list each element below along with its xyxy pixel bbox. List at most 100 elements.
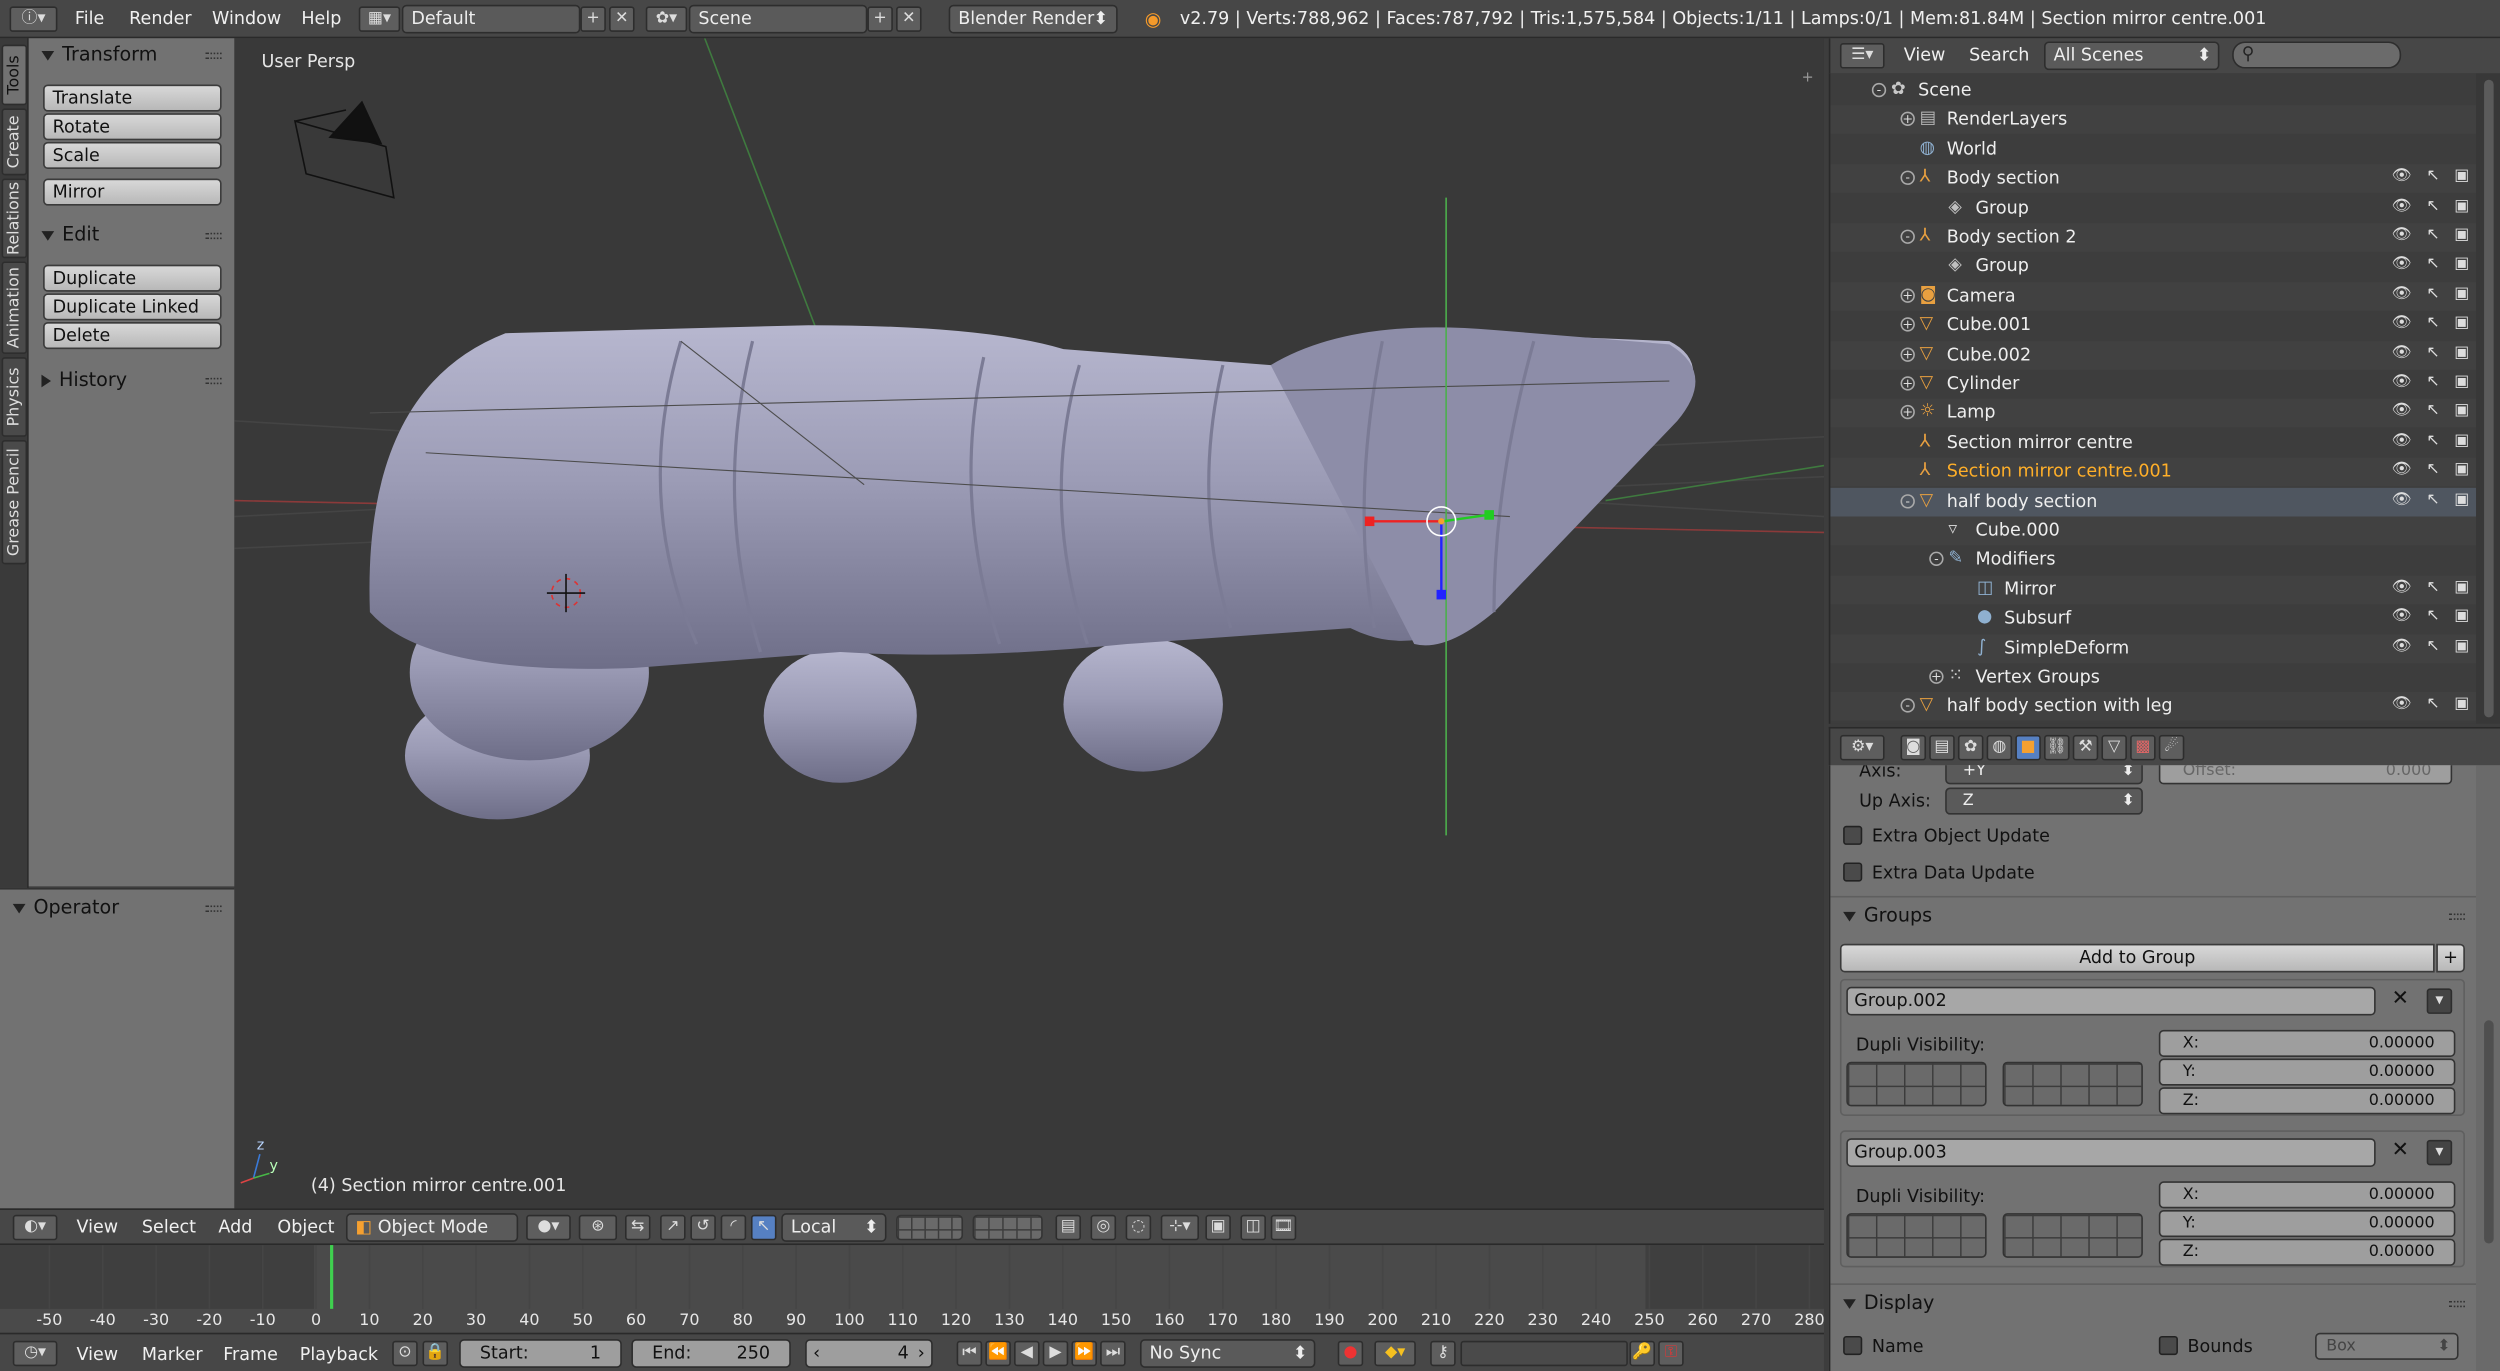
render-camera-icon[interactable]: ▣ (2452, 285, 2471, 304)
render-camera-icon[interactable]: ▣ (2452, 226, 2471, 245)
jump-start-icon[interactable]: ⏮ (956, 1340, 983, 1367)
outliner-row[interactable]: + ◙ Camera 👁 ↖ ▣ (1830, 281, 2477, 311)
proportional-falloff-icon[interactable]: ◌ (1125, 1214, 1152, 1241)
panel-grip-icon[interactable] (2448, 913, 2465, 920)
eye-icon[interactable]: 👁 (2392, 402, 2412, 421)
cursor-select-icon[interactable]: ↖ (2423, 696, 2442, 715)
group-name-field[interactable]: Group.003 (1846, 1138, 2376, 1167)
texture-context-icon[interactable]: ▩ (2130, 734, 2156, 761)
rotate-manipulator-icon[interactable]: ↺ (690, 1214, 716, 1241)
render-camera-icon[interactable]: ▣ (2452, 344, 2471, 363)
outliner-item-label[interactable]: Subsurf (2004, 608, 2071, 629)
extra-object-update-checkbox[interactable] (1843, 825, 1863, 845)
add-group-plus-icon[interactable]: + (2436, 943, 2465, 973)
cursor-select-icon[interactable]: ↖ (2423, 432, 2442, 451)
outliner-row[interactable]: + ▽ Cube.002 👁 ↖ ▣ (1830, 340, 2477, 370)
cursor-select-icon[interactable]: ↖ (2423, 314, 2442, 333)
scale-button[interactable]: Scale (43, 141, 222, 169)
opengl-render-animation-icon[interactable]: 🎞 (1270, 1214, 1297, 1241)
dupli-offset-z[interactable]: Z: 0.00000 (2158, 1087, 2456, 1115)
cursor-select-icon[interactable]: ↖ (2423, 197, 2442, 216)
menu-view[interactable]: View (77, 1216, 119, 1237)
outliner-item-label[interactable]: SimpleDeform (2004, 637, 2129, 658)
expand-toggle-icon[interactable]: - (1900, 229, 1915, 244)
dupli-offset-y[interactable]: Y: 0.00000 (2158, 1209, 2456, 1238)
expand-toggle-icon[interactable]: - (1929, 552, 1944, 567)
cursor-select-icon[interactable]: ↖ (2423, 285, 2442, 304)
group-specials-icon[interactable]: ▾ (2426, 988, 2453, 1014)
render-camera-icon[interactable]: ▣ (2452, 402, 2471, 421)
eye-icon[interactable]: 👁 (2392, 432, 2412, 451)
snap-element-icon[interactable]: ▣ (1205, 1214, 1231, 1241)
remove-group-icon[interactable]: ✕ (2392, 987, 2409, 1011)
expand-toggle-icon[interactable]: + (1900, 112, 1915, 127)
eye-icon[interactable]: 👁 (2392, 696, 2412, 715)
outliner-item-label[interactable]: Lamp (1947, 402, 1996, 423)
outliner-item-label[interactable]: Modifiers (1975, 549, 2055, 570)
jump-keyframe-forward-icon[interactable]: ⏩ (1071, 1340, 1097, 1367)
group-name-field[interactable]: Group.002 (1846, 986, 2376, 1016)
end-frame-field[interactable]: End: 250 (631, 1339, 791, 1368)
groups-panel-header[interactable]: Groups (1843, 904, 1932, 926)
expand-toggle-icon[interactable]: + (1900, 376, 1915, 391)
render-camera-icon[interactable]: ▣ (2452, 608, 2471, 627)
eye-icon[interactable]: 👁 (2392, 197, 2412, 216)
outliner-row[interactable]: ● Subsurf 👁 ↖ ▣ (1830, 605, 2476, 634)
tab-tools[interactable]: Tools (1, 44, 28, 106)
group-specials-icon[interactable]: ▾ (2426, 1139, 2453, 1166)
expand-toggle-icon[interactable]: + (1929, 669, 1944, 684)
timeline-menu-frame[interactable]: Frame (223, 1344, 278, 1365)
menu-help[interactable]: Help (301, 8, 341, 29)
play-icon[interactable]: ▶ (1042, 1340, 1069, 1367)
camera-object[interactable] (293, 100, 395, 199)
outliner-item-label[interactable]: Section mirror centre.001 (1947, 461, 2172, 482)
record-icon[interactable]: ● (1337, 1340, 1364, 1367)
outliner-menu-search[interactable]: Search (1969, 45, 2029, 66)
outliner-item-label[interactable]: Camera (1947, 285, 2016, 306)
expand-toggle-icon[interactable]: + (1900, 317, 1915, 332)
object-context-icon[interactable]: ■ (2015, 734, 2041, 761)
properties-editor-type-icon[interactable]: ⚙▾ (1839, 734, 1885, 761)
menu-render[interactable]: Render (129, 8, 191, 29)
data-context-icon[interactable]: ▽ (2101, 734, 2127, 761)
outliner-item-label[interactable]: Cube.000 (1975, 520, 2059, 541)
panel-grip-icon[interactable] (205, 52, 222, 59)
outliner-row[interactable]: + ▽ Cylinder 👁 ↖ ▣ (1830, 370, 2476, 399)
opengl-render-icon[interactable]: ◫ (1240, 1214, 1266, 1241)
cursor-select-icon[interactable]: ↖ (2423, 226, 2442, 245)
remove-group-icon[interactable]: ✕ (2392, 1138, 2409, 1162)
outliner-row[interactable]: ∫ SimpleDeform 👁 ↖ ▣ (1830, 633, 2477, 663)
display-mode-select[interactable]: All Scenes ⬍ (2044, 41, 2220, 71)
offset-field[interactable]: Offset: 0.000 (2158, 765, 2453, 785)
outliner-row[interactable]: ⅄ Section mirror centre 👁 ↖ ▣ (1830, 429, 2476, 458)
render-camera-icon[interactable]: ▣ (2452, 578, 2471, 597)
scene-context-icon[interactable]: ✿ (1957, 734, 1984, 761)
eye-icon[interactable]: 👁 (2392, 226, 2412, 245)
expand-toggle-icon[interactable]: + (1900, 346, 1915, 362)
manipulator-toggle-icon[interactable]: ⇆ (625, 1214, 651, 1241)
layer-buttons-1[interactable] (896, 1214, 964, 1241)
eye-icon[interactable]: 👁 (2392, 168, 2412, 187)
outliner-row[interactable]: + ☼ Lamp 👁 ↖ ▣ (1830, 399, 2477, 428)
outliner-row[interactable]: ◈ Group 👁 ↖ ▣ (1830, 194, 2476, 223)
start-frame-field[interactable]: Start: 1 (459, 1339, 622, 1368)
viewport-scene[interactable] (234, 38, 1824, 1208)
outliner-item-label[interactable]: Body section (1947, 168, 2060, 189)
dupli-offset-y[interactable]: Y: 0.00000 (2158, 1058, 2456, 1086)
outliner-item-label[interactable]: Cube.001 (1947, 314, 2031, 335)
panel-grip-icon[interactable] (205, 377, 222, 385)
outliner[interactable]: - ✿ Scene + ▤ RenderLayers ◍ World - ⅄ Body sectio… (1828, 73, 2500, 724)
outliner-item-label[interactable]: Section mirror centre (1947, 432, 2133, 453)
lock-time-icon[interactable]: 🔒 (422, 1340, 449, 1367)
viewport-shading-icon[interactable]: ●▾ (526, 1214, 571, 1241)
bounds-type-select[interactable]: Box ⬍ (2315, 1332, 2459, 1360)
render-context-icon[interactable]: ◙ (1900, 734, 1927, 761)
eye-icon[interactable]: 👁 (2392, 344, 2412, 363)
outliner-scrollbar-track[interactable] (2476, 73, 2500, 724)
render-camera-icon[interactable]: ▣ (2452, 197, 2471, 216)
menu-add[interactable]: Add (218, 1216, 252, 1237)
half-body-section-mesh[interactable] (369, 325, 1696, 820)
outliner-item-label[interactable]: World (1947, 138, 1997, 159)
outliner-item-label[interactable]: RenderLayers (1947, 109, 2067, 130)
menu-select[interactable]: Select (142, 1216, 196, 1237)
